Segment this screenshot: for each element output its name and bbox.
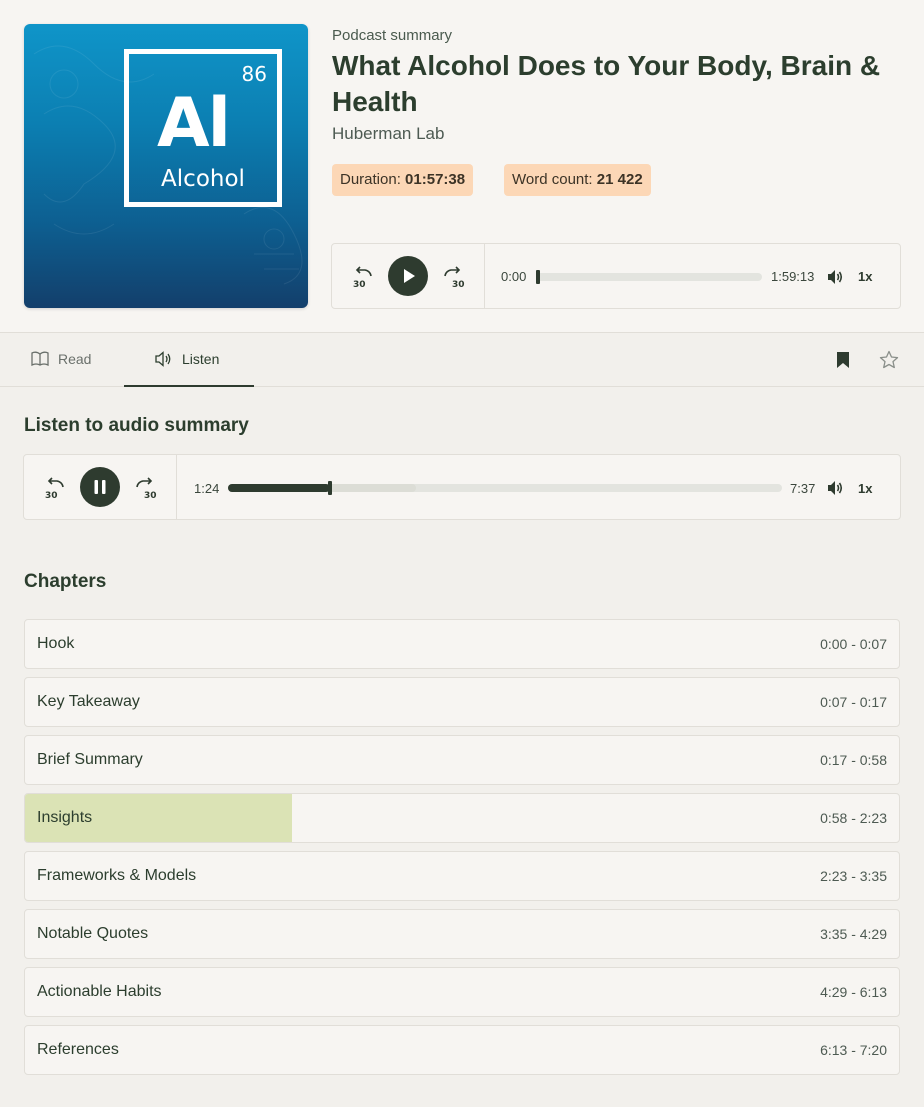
- main-progress-track[interactable]: [536, 270, 762, 284]
- volume-icon[interactable]: [826, 479, 844, 502]
- duration-badge: Duration: 01:57:38: [332, 164, 474, 196]
- chapter-name: Insights: [37, 809, 93, 826]
- chapter-item[interactable]: Notable Quotes 3:35 - 4:29: [24, 909, 900, 959]
- rewind-seconds: 30: [45, 491, 58, 500]
- chapter-time-range: 0:58 - 2:23: [820, 810, 887, 826]
- episode-header: 86 Al Alcohol Podcast summary What Alcoh…: [0, 0, 924, 333]
- duration-value: 01:57:38: [405, 171, 466, 188]
- chapter-time-range: 4:29 - 6:13: [820, 984, 887, 1000]
- summary-total-time: 7:37: [790, 481, 816, 496]
- bookmark-icon[interactable]: [834, 351, 852, 374]
- rewind-30-icon[interactable]: 30: [42, 476, 66, 505]
- chapter-time-range: 0:00 - 0:07: [820, 636, 887, 652]
- main-total-time: 1:59:13: [771, 269, 815, 284]
- pause-icon: [94, 480, 106, 494]
- main-player-controls: 30 30: [332, 244, 485, 308]
- chapter-time-range: 6:13 - 7:20: [820, 1042, 887, 1058]
- chapter-name: Brief Summary: [37, 751, 143, 768]
- tab-read-label: Read: [58, 351, 92, 367]
- chapter-name: Notable Quotes: [37, 925, 149, 942]
- star-icon[interactable]: [879, 350, 899, 375]
- episode-title: What Alcohol Does to Your Body, Brain & …: [332, 50, 881, 117]
- chapter-item[interactable]: Actionable Habits 4:29 - 6:13: [24, 967, 900, 1017]
- chapter-time-range: 3:35 - 4:29: [820, 926, 887, 942]
- wordcount-value: 21 422: [596, 171, 643, 188]
- forward-seconds: 30: [144, 491, 157, 500]
- summary-player-controls: 30 30: [24, 455, 177, 519]
- forward-30-icon[interactable]: 30: [442, 265, 466, 294]
- volume-icon[interactable]: [826, 268, 844, 291]
- main-audio-player: 30 30 0:00 1:59:13 1x: [331, 243, 901, 309]
- play-button[interactable]: [388, 256, 428, 296]
- chapter-item[interactable]: References 6:13 - 7:20: [24, 1025, 900, 1075]
- duration-label: Duration:: [340, 171, 401, 188]
- element-name: Alcohol: [161, 166, 245, 192]
- main-current-time: 0:00: [501, 269, 527, 284]
- summary-audio-player: 30 30 1:24 7:37 1x: [23, 454, 901, 520]
- rewind-seconds: 30: [353, 280, 366, 289]
- chapters-title: Chapters: [24, 571, 107, 592]
- tab-listen-label: Listen: [182, 351, 220, 367]
- summary-progress-fill: [228, 484, 330, 492]
- chapter-time-range: 2:23 - 3:35: [820, 868, 887, 884]
- chapter-item[interactable]: Key Takeaway 0:07 - 0:17: [24, 677, 900, 727]
- element-number: 86: [241, 62, 267, 86]
- chapter-item[interactable]: Frameworks & Models 2:23 - 3:35: [24, 851, 900, 901]
- summary-speed-button[interactable]: 1x: [858, 481, 872, 496]
- chapter-name: Actionable Habits: [37, 983, 162, 1000]
- summary-current-time: 1:24: [194, 481, 220, 496]
- tab-listen[interactable]: Listen: [124, 333, 254, 387]
- chapter-item[interactable]: Hook 0:00 - 0:07: [24, 619, 900, 669]
- cover-art: 86 Al Alcohol: [24, 24, 308, 308]
- main-progress-knob[interactable]: [536, 270, 540, 284]
- play-icon: [404, 269, 415, 283]
- element-symbol: Al: [157, 84, 231, 163]
- chapter-item[interactable]: Insights 0:58 - 2:23: [24, 793, 900, 843]
- chapter-name: Frameworks & Models: [37, 867, 197, 884]
- podcast-author: Huberman Lab: [332, 124, 445, 143]
- pause-button[interactable]: [80, 467, 120, 507]
- summary-progress-track[interactable]: [228, 481, 782, 495]
- chapter-item[interactable]: Brief Summary 0:17 - 0:58: [24, 735, 900, 785]
- summary-progress-knob[interactable]: [327, 481, 332, 495]
- element-tile: 86 Al Alcohol: [124, 49, 282, 207]
- chapter-name: References: [37, 1041, 119, 1058]
- wordcount-label: Word count:: [512, 171, 593, 188]
- rewind-30-icon[interactable]: 30: [350, 265, 374, 294]
- speaker-icon: [155, 351, 171, 367]
- chapter-time-range: 0:07 - 0:17: [820, 694, 887, 710]
- chapter-time-range: 0:17 - 0:58: [820, 752, 887, 768]
- main-speed-button[interactable]: 1x: [858, 269, 872, 284]
- tab-read[interactable]: Read: [30, 333, 110, 387]
- view-tabs: Read Listen: [0, 333, 924, 387]
- content-type-label: Podcast summary: [332, 27, 453, 44]
- forward-30-icon[interactable]: 30: [134, 476, 158, 505]
- book-icon: [31, 351, 49, 367]
- chapter-name: Hook: [37, 635, 75, 652]
- audio-summary-title: Listen to audio summary: [24, 415, 249, 436]
- forward-seconds: 30: [452, 280, 465, 289]
- chapter-name: Key Takeaway: [37, 693, 140, 710]
- wordcount-badge: Word count: 21 422: [504, 164, 651, 196]
